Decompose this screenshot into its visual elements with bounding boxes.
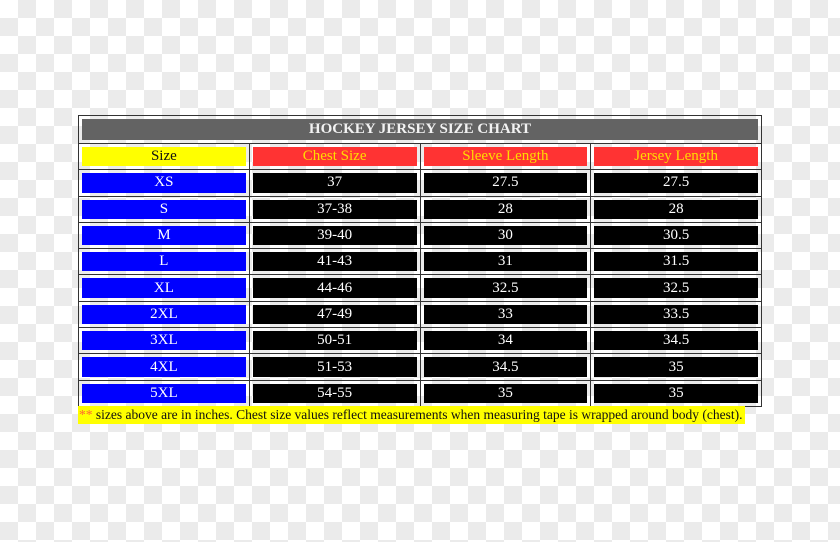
sleeve-cell-value: 31	[423, 252, 588, 272]
header-chest: Chest Size	[250, 144, 421, 170]
jersey-cell-value: 34.5	[594, 331, 758, 351]
size-cell-value: S	[82, 199, 246, 219]
sleeve-cell-value: 28	[423, 199, 588, 219]
header-size-label: Size	[82, 147, 246, 167]
chest-cell-value: 37	[252, 173, 417, 193]
footnote-text: sizes above are in inches. Chest size va…	[92, 407, 743, 422]
table-row: M 39-40 30 30.5	[79, 222, 761, 250]
sleeve-cell-value: 30	[423, 225, 588, 246]
size-cell: M	[79, 222, 250, 249]
size-cell: L	[79, 249, 250, 275]
chest-cell: 54-55	[250, 380, 421, 406]
chest-cell: 51-53	[250, 354, 421, 380]
table-row: 3XL 50-51 34 34.5	[79, 328, 761, 355]
footnote: ** sizes above are in inches. Chest size…	[78, 406, 745, 424]
table-row: L 41-43 31 31.5	[79, 249, 761, 276]
jersey-cell-value: 27.5	[594, 173, 758, 193]
sleeve-cell-value: 34	[423, 331, 588, 351]
chest-cell-value: 41-43	[252, 252, 417, 272]
jersey-cell-value: 35	[594, 383, 758, 403]
chest-cell: 44-46	[250, 275, 421, 301]
header-sleeve-label: Sleeve Length	[423, 147, 588, 167]
size-cell: XL	[79, 275, 250, 301]
sleeve-cell-value: 32.5	[423, 278, 588, 298]
jersey-cell: 35	[591, 381, 761, 406]
jersey-cell: 33.5	[591, 302, 761, 327]
size-cell: 5XL	[79, 380, 250, 406]
sleeve-cell: 33	[421, 301, 592, 328]
jersey-cell-value: 30.5	[594, 225, 758, 246]
sleeve-cell: 35	[421, 380, 592, 406]
chest-cell-value: 37-38	[252, 199, 417, 219]
sleeve-cell: 30	[421, 222, 592, 249]
sleeve-cell-value: 33	[423, 304, 588, 325]
header-jersey-label: Jersey Length	[594, 147, 758, 167]
header-row: Size Chest Size Sleeve Length Jersey Len…	[79, 144, 761, 171]
table-row: 2XL 47-49 33 33.5	[79, 301, 761, 329]
table-row: S 37-38 28 28	[79, 196, 761, 223]
size-cell-value: 5XL	[82, 383, 246, 403]
chest-cell: 37-38	[250, 196, 421, 222]
sleeve-cell-value: 27.5	[423, 173, 588, 193]
sleeve-cell: 34	[421, 328, 592, 354]
size-cell: 3XL	[79, 328, 250, 354]
table-row: 4XL 51-53 34.5 35	[79, 354, 761, 381]
header-size: Size	[79, 144, 250, 170]
size-cell-value: 3XL	[82, 331, 246, 351]
jersey-cell-value: 31.5	[594, 252, 758, 272]
jersey-cell-value: 33.5	[594, 304, 758, 325]
size-cell-value: L	[82, 252, 246, 272]
chart-title: HOCKEY JERSEY SIZE CHART	[82, 119, 758, 140]
size-cell: S	[79, 196, 250, 222]
sleeve-cell: 27.5	[421, 170, 592, 196]
jersey-cell: 34.5	[591, 328, 761, 353]
size-cell-value: XL	[82, 278, 246, 298]
chest-cell: 39-40	[250, 222, 421, 249]
size-cell-value: 4XL	[82, 357, 246, 377]
jersey-cell: 28	[591, 197, 761, 222]
jersey-cell: 30.5	[591, 223, 761, 248]
chest-cell-value: 54-55	[252, 383, 417, 403]
table-body: XS 37 27.5 27.5 S 37-38 28 28 M 39-40 30 30.5 L 41-43…	[79, 170, 761, 407]
jersey-cell-value: 35	[594, 357, 758, 377]
jersey-cell: 32.5	[591, 275, 761, 300]
sleeve-cell-value: 34.5	[423, 357, 588, 377]
sleeve-cell: 34.5	[421, 354, 592, 380]
size-cell-value: 2XL	[82, 304, 246, 325]
size-cell-value: XS	[82, 173, 246, 193]
header-chest-label: Chest Size	[252, 147, 417, 167]
chest-cell-value: 44-46	[252, 278, 417, 298]
size-cell: XS	[79, 170, 250, 196]
footnote-marker: **	[79, 407, 93, 422]
sleeve-cell: 31	[421, 249, 592, 275]
jersey-cell-value: 32.5	[594, 278, 758, 298]
title-row: HOCKEY JERSEY SIZE CHART	[79, 116, 761, 144]
chest-cell-value: 39-40	[252, 225, 417, 246]
chest-cell: 41-43	[250, 249, 421, 275]
table-row: 5XL 54-55 35 35	[79, 380, 761, 407]
table-row: XS 37 27.5 27.5	[79, 170, 761, 197]
sleeve-cell: 28	[421, 196, 592, 222]
sleeve-cell-value: 35	[423, 383, 588, 403]
sleeve-cell: 32.5	[421, 275, 592, 301]
size-cell: 4XL	[79, 354, 250, 380]
chest-cell-value: 50-51	[252, 331, 417, 351]
jersey-cell: 35	[591, 354, 761, 379]
size-cell-value: M	[82, 225, 246, 246]
size-cell: 2XL	[79, 301, 250, 328]
chest-cell: 50-51	[250, 328, 421, 354]
jersey-cell-value: 28	[594, 199, 758, 219]
chest-cell: 37	[250, 170, 421, 196]
jersey-cell: 31.5	[591, 249, 761, 274]
chest-cell: 47-49	[250, 301, 421, 328]
chest-cell-value: 51-53	[252, 357, 417, 377]
jersey-cell: 27.5	[591, 170, 761, 195]
chest-cell-value: 47-49	[252, 304, 417, 325]
size-chart-table: HOCKEY JERSEY SIZE CHART Size Chest Size…	[78, 115, 762, 407]
table-row: XL 44-46 32.5 32.5	[79, 275, 761, 302]
header-jersey: Jersey Length	[591, 144, 761, 169]
header-sleeve: Sleeve Length	[421, 144, 592, 170]
